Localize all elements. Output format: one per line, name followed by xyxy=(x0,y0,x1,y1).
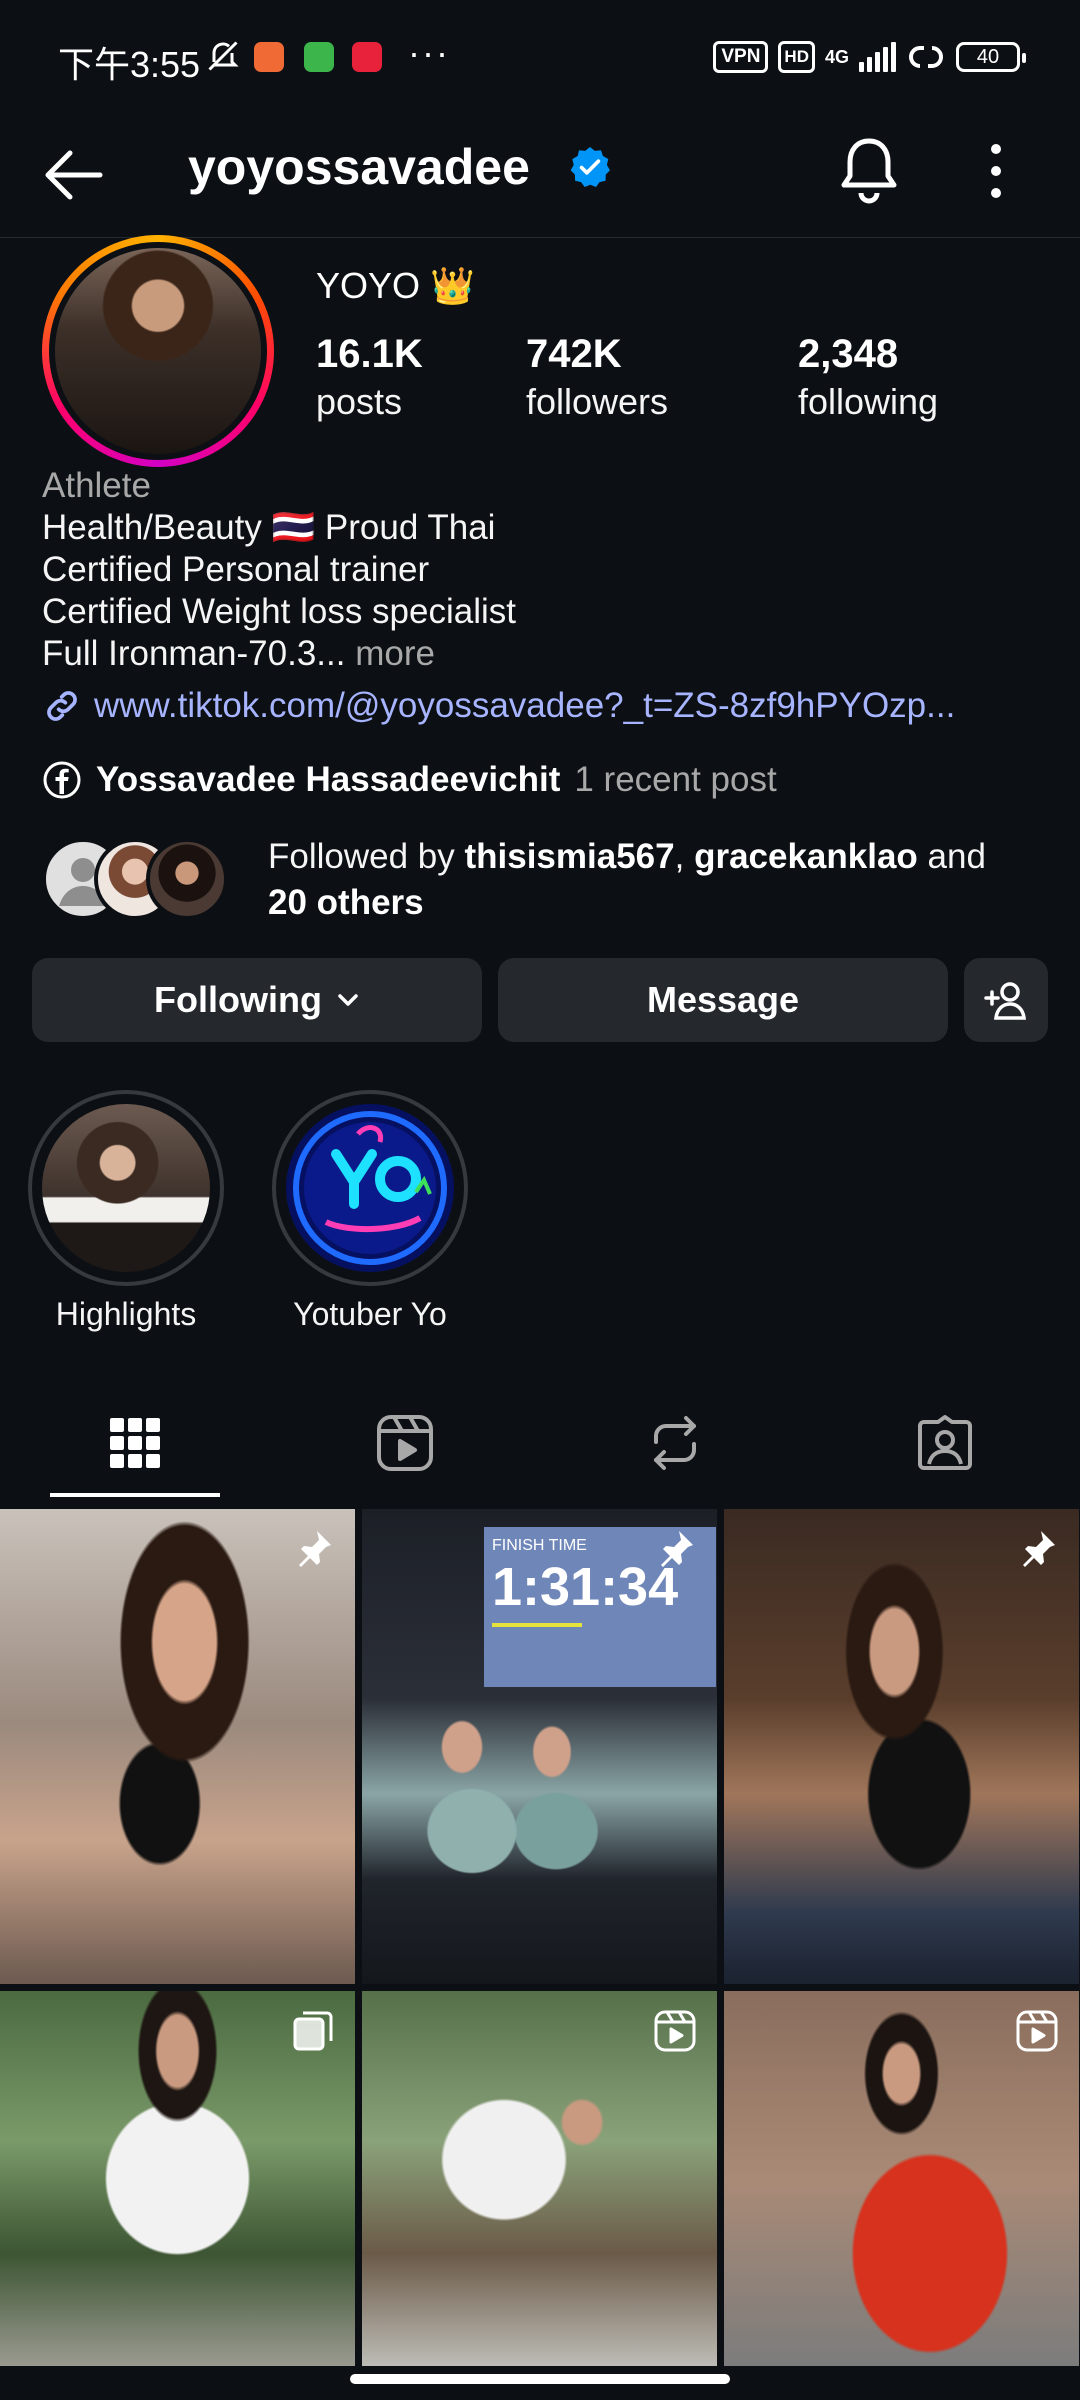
highlight-item[interactable]: Yotuber Yo xyxy=(272,1090,468,1333)
avatar-photo xyxy=(55,248,261,454)
bio-link-text: www.tiktok.com/@yoyossavadee?_t=ZS-8zf9h… xyxy=(94,686,956,725)
active-tab-indicator xyxy=(50,1493,220,1497)
repost-icon xyxy=(654,1416,696,1470)
app-notification-icon xyxy=(254,42,284,72)
hd-icon: HD xyxy=(778,41,815,73)
message-button[interactable]: Message xyxy=(498,958,948,1042)
stat-value: 16.1K xyxy=(316,332,423,376)
story-highlights: Highlights Yotuber Yo xyxy=(28,1090,1058,1340)
vpn-icon: VPN xyxy=(713,41,769,73)
battery-icon: 40 xyxy=(956,42,1026,72)
highlight-cover xyxy=(286,1104,454,1272)
bio-line: Health/Beauty 🇹🇭 Proud Thai xyxy=(42,508,496,547)
carousel-icon xyxy=(293,2011,333,2051)
bio-line: Certified Weight loss specialist xyxy=(42,592,516,631)
post-thumbnail[interactable] xyxy=(724,1991,1079,2366)
profile-actions: Following Message xyxy=(32,958,1050,1042)
pin-icon xyxy=(1023,1531,1055,1567)
pin-icon xyxy=(661,1531,693,1567)
highlight-item[interactable]: Highlights xyxy=(28,1090,224,1333)
profile-tabs xyxy=(0,1388,1080,1498)
profile-header: yoyossavadee xyxy=(0,115,1080,238)
highlight-label: Highlights xyxy=(55,1296,197,1332)
highlight-label: Yotuber Yo xyxy=(293,1296,447,1332)
bio-external-link[interactable]: www.tiktok.com/@yoyossavadee?_t=ZS-8zf9h… xyxy=(42,686,1042,726)
facebook-link-row[interactable]: Yossavadee Hassadeevichit 1 recent post xyxy=(42,760,777,800)
signal-icon xyxy=(859,42,896,72)
mute-bell-icon xyxy=(208,41,239,71)
followed-by[interactable]: Followed by thisismia567, gracekanklao a… xyxy=(42,834,1052,934)
page-title-username: yoyossavadee xyxy=(188,139,530,195)
stat-label: following xyxy=(798,381,939,422)
status-time: 下午3:55 xyxy=(58,44,201,85)
post-thumbnail[interactable] xyxy=(362,1991,717,2366)
tab-posts-grid[interactable] xyxy=(0,1388,270,1498)
post-thumbnail[interactable]: FINISH TIME 1:31:34 xyxy=(362,1509,717,1984)
home-indicator[interactable] xyxy=(350,2374,730,2384)
highlight-cover xyxy=(42,1104,210,1272)
link-icon xyxy=(47,691,77,721)
reels-icon xyxy=(377,1415,433,1471)
more-notifications-icon: ··· xyxy=(408,32,450,73)
stat-label: followers xyxy=(526,381,669,422)
pin-icon xyxy=(299,1531,331,1567)
tab-reposts[interactable] xyxy=(540,1388,810,1498)
bio-line: Full Ironman-70.3... xyxy=(42,634,346,673)
post-thumbnail[interactable] xyxy=(0,1991,355,2366)
display-name: YOYO 👑 xyxy=(316,265,475,306)
network-type: 4G xyxy=(824,46,849,67)
stat-followers[interactable]: 742K followers xyxy=(526,332,668,423)
status-bar: 下午3:55 ··· VPN HD 4G 40 xyxy=(0,0,1080,115)
verified-badge-icon xyxy=(570,147,610,188)
status-indicators: VPN HD 4G 40 xyxy=(713,40,1026,74)
message-label: Message xyxy=(646,979,800,1020)
add-person-icon xyxy=(984,982,1026,1020)
follower-avatar xyxy=(146,838,228,920)
bio-line: Certified Personal trainer xyxy=(42,550,430,589)
stat-label: posts xyxy=(316,381,403,422)
profile-category: Athlete xyxy=(42,466,151,505)
facebook-recent: 1 recent post xyxy=(574,760,777,799)
tagged-icon xyxy=(918,1415,972,1470)
stat-value: 742K xyxy=(526,332,622,376)
facebook-icon xyxy=(43,761,81,799)
reel-icon xyxy=(1016,2010,1058,2052)
stat-posts[interactable]: 16.1K posts xyxy=(316,332,423,423)
reel-icon xyxy=(654,2010,696,2052)
chevron-down-icon xyxy=(338,994,358,1006)
app-notification-icon xyxy=(352,42,382,72)
app-notification-icon xyxy=(304,42,334,72)
suggest-people-button[interactable] xyxy=(964,958,1048,1042)
followed-others: 20 others xyxy=(268,883,424,922)
post-thumbnail[interactable] xyxy=(724,1509,1079,1984)
stat-value: 2,348 xyxy=(798,332,899,376)
following-button[interactable]: Following xyxy=(32,958,482,1042)
followed-user: gracekanklao xyxy=(694,837,918,876)
back-arrow-icon[interactable] xyxy=(40,145,106,205)
more-options-icon[interactable] xyxy=(980,140,1012,202)
followed-user: thisismia567 xyxy=(464,837,675,876)
followed-by-text: Followed by thisismia567, gracekanklao a… xyxy=(268,837,986,922)
notification-bell-icon[interactable] xyxy=(838,135,900,205)
post-thumbnail[interactable] xyxy=(0,1509,355,1984)
stat-following[interactable]: 2,348 following xyxy=(798,332,938,423)
tab-tagged[interactable] xyxy=(810,1388,1080,1498)
post-people xyxy=(412,1699,612,1939)
tab-reels[interactable] xyxy=(270,1388,540,1498)
facebook-name: Yossavadee Hassadeevichit xyxy=(96,760,561,799)
profile-avatar[interactable] xyxy=(42,235,274,467)
bio-more-link[interactable]: more xyxy=(345,634,435,673)
profile-bio: Athlete Health/Beauty 🇹🇭 Proud Thai Cert… xyxy=(42,465,1052,675)
link-status-icon xyxy=(909,46,943,68)
following-label: Following xyxy=(154,979,322,1020)
grid-icon xyxy=(110,1418,160,1468)
